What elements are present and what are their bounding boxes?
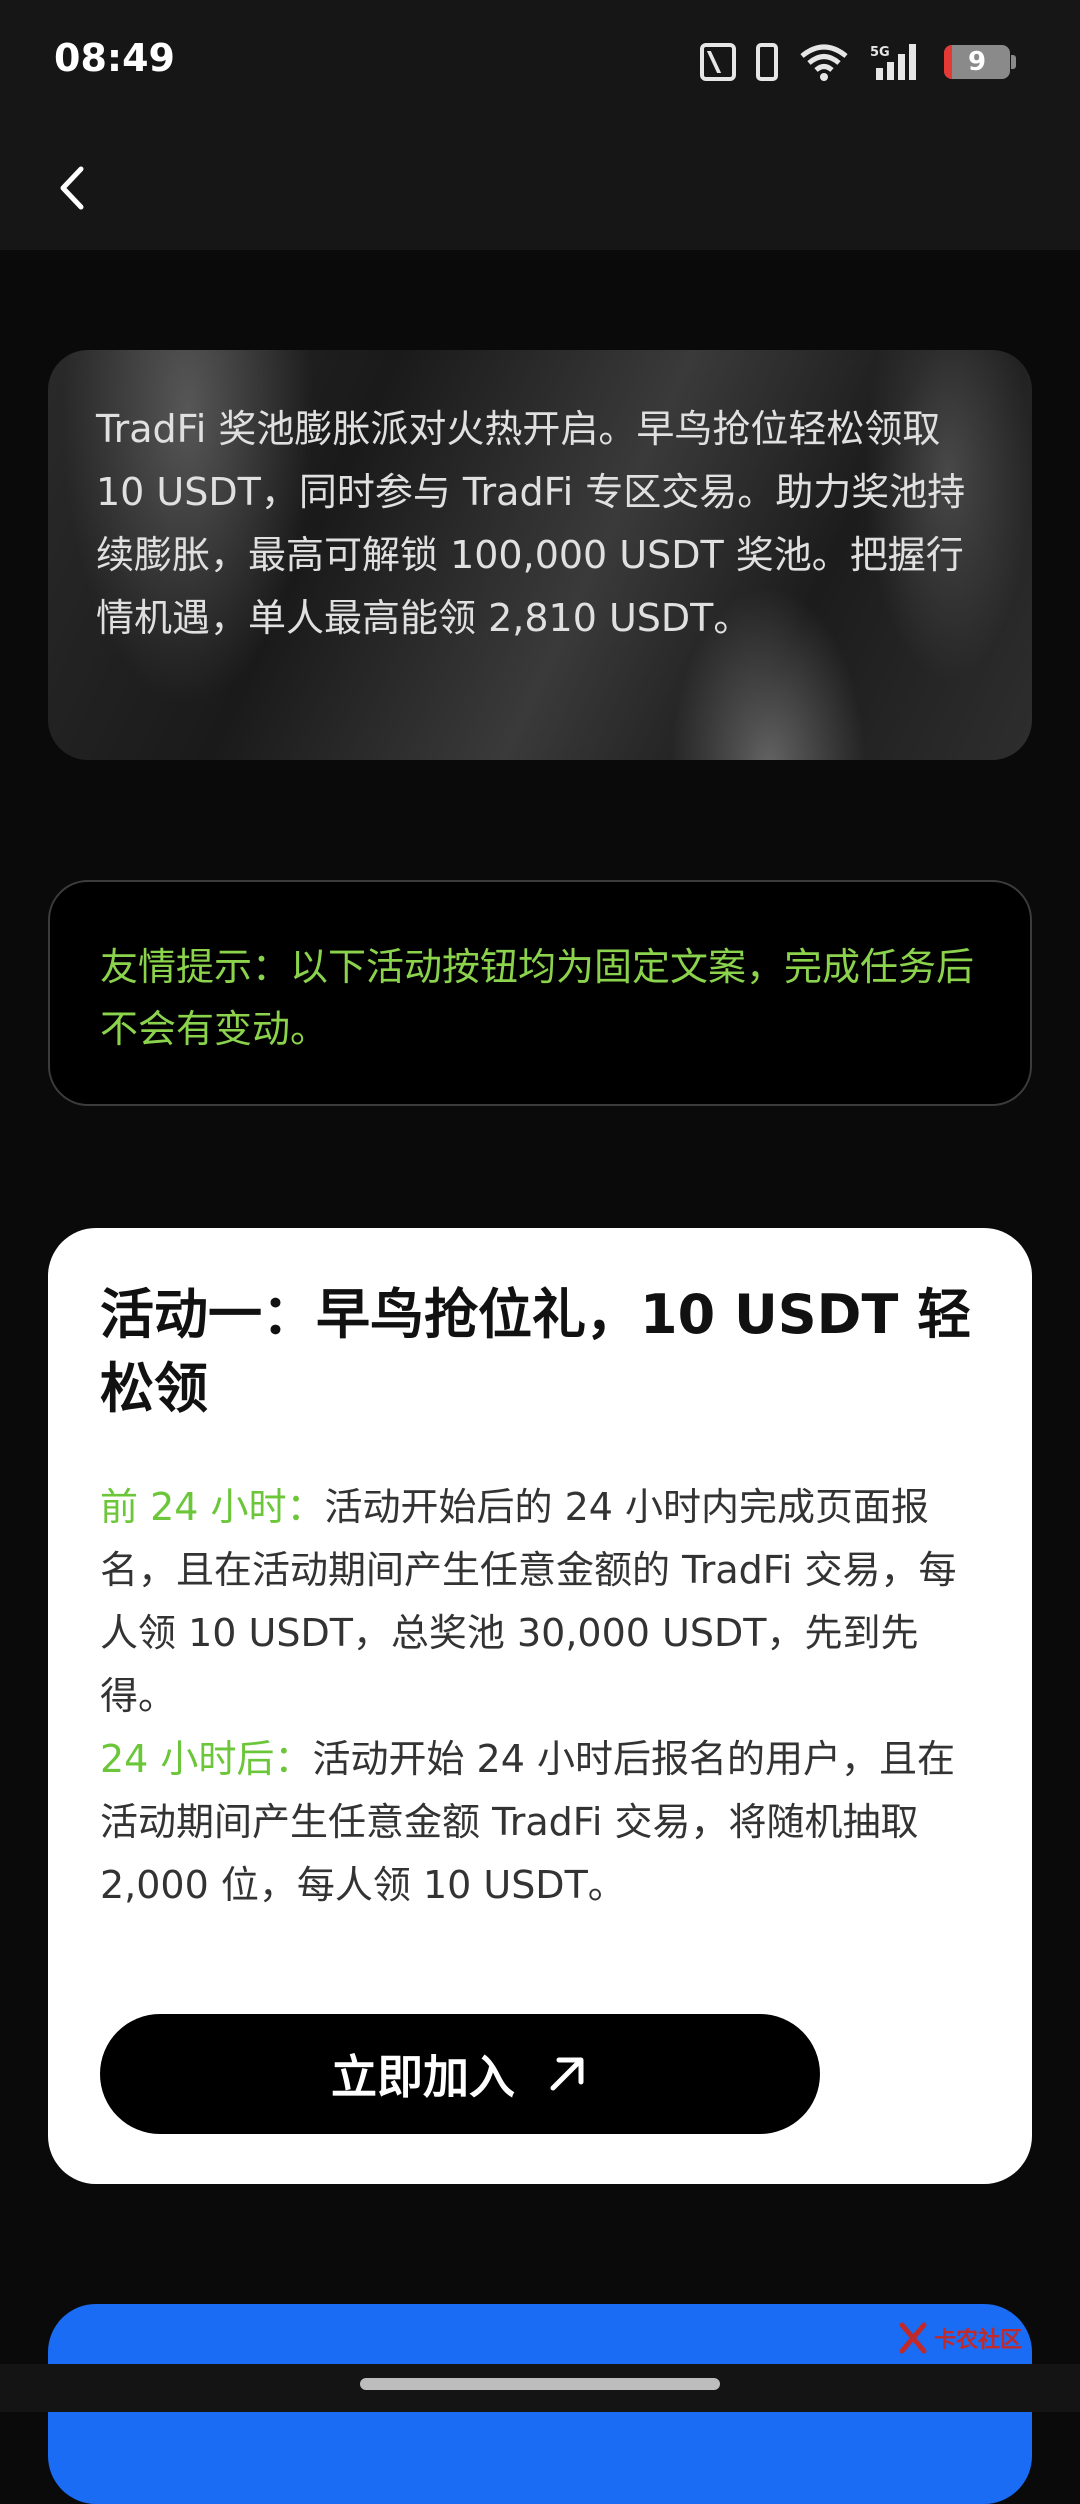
rule-after-24h: 24 小时后：活动开始 24 小时后报名的用户，且在活动期间产生任意金额 Tra… <box>100 1728 990 1917</box>
community-watermark: 卡农社区 <box>898 2318 1022 2358</box>
rule-first-label: 前 24 小时： <box>100 1485 325 1529</box>
top-nav-bar <box>0 125 1080 250</box>
activity-description: 前 24 小时：活动开始后的 24 小时内完成页面报名，且在活动期间产生任意金额… <box>100 1476 990 1917</box>
battery-level: 9 <box>967 47 987 77</box>
status-bar: 08:49 5G 9 <box>0 0 1080 125</box>
tip-text: 友情提示：以下活动按钮均为固定文案，完成任务后不会有变动。 <box>100 945 975 1051</box>
friendly-tip-card: 友情提示：以下活动按钮均为固定文案，完成任务后不会有变动。 <box>48 880 1032 1106</box>
battery-icon: 9 <box>944 45 1016 79</box>
activity-one-card: 活动一：早鸟抢位礼，10 USDT 轻松领 前 24 小时：活动开始后的 24 … <box>48 1228 1032 2184</box>
join-now-button[interactable]: 立即加入 <box>100 2014 820 2134</box>
vibrate-icon <box>756 43 778 81</box>
chevron-left-icon <box>60 166 84 210</box>
arrow-up-right-icon <box>550 2057 584 2091</box>
rule-first-24h: 前 24 小时：活动开始后的 24 小时内完成页面报名，且在活动期间产生任意金额… <box>100 1476 990 1728</box>
back-button[interactable] <box>38 153 108 223</box>
intro-text: TradFi 奖池膨胀派对火热开启。早鸟抢位轻松领取 10 USDT，同时参与 … <box>96 407 966 640</box>
watermark-text: 卡农社区 <box>934 2328 1023 2353</box>
home-indicator[interactable] <box>360 2378 720 2390</box>
join-button-label: 立即加入 <box>331 2050 515 2104</box>
wifi-icon <box>800 44 848 81</box>
status-time: 08:49 <box>54 36 175 80</box>
watermark-logo-icon <box>899 2322 927 2354</box>
signal-5g-icon: 5G <box>870 44 916 80</box>
activity-title: 活动一：早鸟抢位礼，10 USDT 轻松领 <box>100 1283 972 1420</box>
status-icons: 5G 9 <box>700 38 1016 86</box>
nfc-icon <box>700 43 736 81</box>
intro-banner-card: TradFi 奖池膨胀派对火热开启。早鸟抢位轻松领取 10 USDT，同时参与 … <box>48 350 1032 760</box>
rule-second-label: 24 小时后： <box>100 1737 313 1781</box>
network-label: 5G <box>870 45 890 60</box>
